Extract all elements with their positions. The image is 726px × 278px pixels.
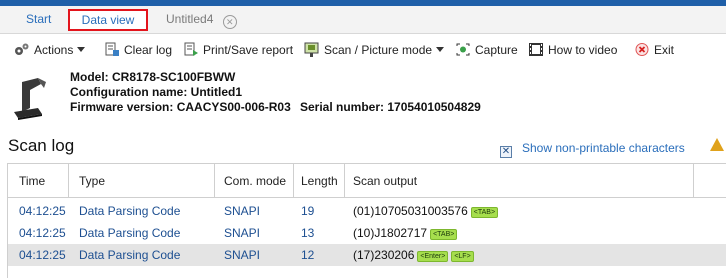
show-nonprintable-label: Show non-printable characters	[522, 141, 685, 155]
scan-log-table: Time Type Com. mode Length Scan output 0…	[7, 163, 726, 278]
tab-untitled4-label: Untitled4	[166, 12, 214, 26]
column-header-scan-output[interactable]: Scan output	[353, 174, 417, 188]
scanner-icon	[304, 42, 319, 57]
cell-time: 04:12:25	[19, 204, 66, 218]
scan-picture-mode-button[interactable]: Scan / Picture mode	[304, 42, 445, 57]
actions-label: Actions	[34, 43, 74, 57]
actions-menu-button[interactable]: Actions	[14, 42, 86, 57]
tab-start[interactable]: Start	[26, 12, 51, 26]
device-serial: Serial number: 17054010504829	[300, 100, 481, 114]
tab-data-view[interactable]: Data view	[68, 9, 148, 31]
tab-untitled4[interactable]: Untitled4 ✕	[166, 12, 237, 29]
caret-down-icon	[77, 47, 86, 52]
exit-button[interactable]: Exit	[634, 42, 674, 57]
column-header-length[interactable]: Length	[301, 174, 338, 188]
cell-com-mode: SNAPI	[224, 248, 261, 262]
clear-log-button[interactable]: Clear log	[104, 42, 172, 57]
device-firmware: Firmware version: CAACYS00-006-R03	[70, 100, 291, 114]
exit-icon	[635, 43, 649, 56]
close-icon[interactable]: ✕	[222, 15, 237, 29]
warning-icon[interactable]	[710, 138, 724, 151]
cell-com-mode: SNAPI	[224, 204, 261, 218]
cell-length: 13	[301, 226, 315, 240]
column-divider[interactable]	[693, 164, 694, 198]
column-header-type[interactable]: Type	[79, 174, 105, 188]
cell-scan-output: (01)10705031003576 <TAB>	[353, 204, 499, 218]
table-row[interactable]: 04:12:25 Data Parsing Code SNAPI 19 (01)…	[8, 200, 726, 222]
scan-mode-label: Scan / Picture mode	[324, 43, 433, 57]
caret-down-icon	[436, 47, 445, 52]
nonprintable-tag: <LF>	[451, 251, 474, 262]
report-icon	[184, 42, 198, 56]
column-header-com-mode[interactable]: Com. mode	[224, 174, 286, 188]
barcode-scanner-icon	[14, 78, 46, 120]
table-row-selected[interactable]: 04:12:25 Data Parsing Code SNAPI 12 (17)…	[8, 244, 726, 266]
nonprintable-tag: <Enter>	[417, 251, 449, 262]
nonprintable-tag: <TAB>	[470, 207, 499, 218]
show-nonprintable-toggle[interactable]: ✕ Show non-printable characters	[500, 141, 685, 158]
column-header-time[interactable]: Time	[19, 174, 45, 188]
column-divider[interactable]	[293, 164, 294, 198]
cell-type: Data Parsing Code	[79, 204, 181, 218]
cell-com-mode: SNAPI	[224, 226, 261, 240]
scan-output-text: (01)10705031003576	[353, 204, 468, 218]
cell-type: Data Parsing Code	[79, 248, 181, 262]
column-divider[interactable]	[214, 164, 215, 198]
table-row[interactable]: 04:12:25 Data Parsing Code SNAPI 13 (10)…	[8, 222, 726, 244]
nonprintable-tag: <TAB>	[430, 229, 458, 240]
camera-capture-icon	[456, 43, 470, 56]
clear-log-label: Clear log	[124, 43, 173, 57]
scan-output-text: (10)J1802717	[353, 226, 428, 240]
tab-bar: Start Data view Untitled4 ✕	[0, 6, 726, 34]
print-save-label: Print/Save report	[203, 43, 294, 57]
toolbar: Actions Clear log Print/Save report Scan…	[0, 40, 726, 62]
capture-label: Capture	[475, 43, 518, 57]
device-config-name: Configuration name: Untitled1	[70, 85, 242, 99]
how-to-label: How to video	[548, 43, 618, 57]
film-icon	[529, 43, 543, 56]
cell-scan-output: (17)230206 <Enter> <LF>	[353, 248, 474, 262]
show-nonprintable-checkbox[interactable]: ✕	[500, 146, 512, 158]
cell-length: 19	[301, 204, 315, 218]
device-info: Model: CR8178-SC100FBWW Configuration na…	[70, 70, 291, 115]
cell-time: 04:12:25	[19, 226, 66, 240]
scan-log-title: Scan log	[8, 136, 75, 155]
print-save-report-button[interactable]: Print/Save report	[183, 42, 293, 57]
device-model: Model: CR8178-SC100FBWW	[70, 70, 236, 84]
column-divider[interactable]	[68, 164, 69, 198]
column-divider[interactable]	[344, 164, 345, 198]
table-header: Time Type Com. mode Length Scan output	[8, 164, 726, 198]
scan-output-text: (17)230206	[353, 248, 415, 262]
capture-button[interactable]: Capture	[455, 42, 518, 57]
exit-label: Exit	[654, 43, 675, 57]
cell-time: 04:12:25	[19, 248, 66, 262]
cell-length: 12	[301, 248, 315, 262]
cell-type: Data Parsing Code	[79, 226, 181, 240]
cell-scan-output: (10)J1802717 <TAB>	[353, 226, 458, 240]
how-to-video-button[interactable]: How to video	[528, 42, 617, 57]
clear-document-icon	[105, 42, 119, 56]
gears-icon	[15, 43, 29, 55]
